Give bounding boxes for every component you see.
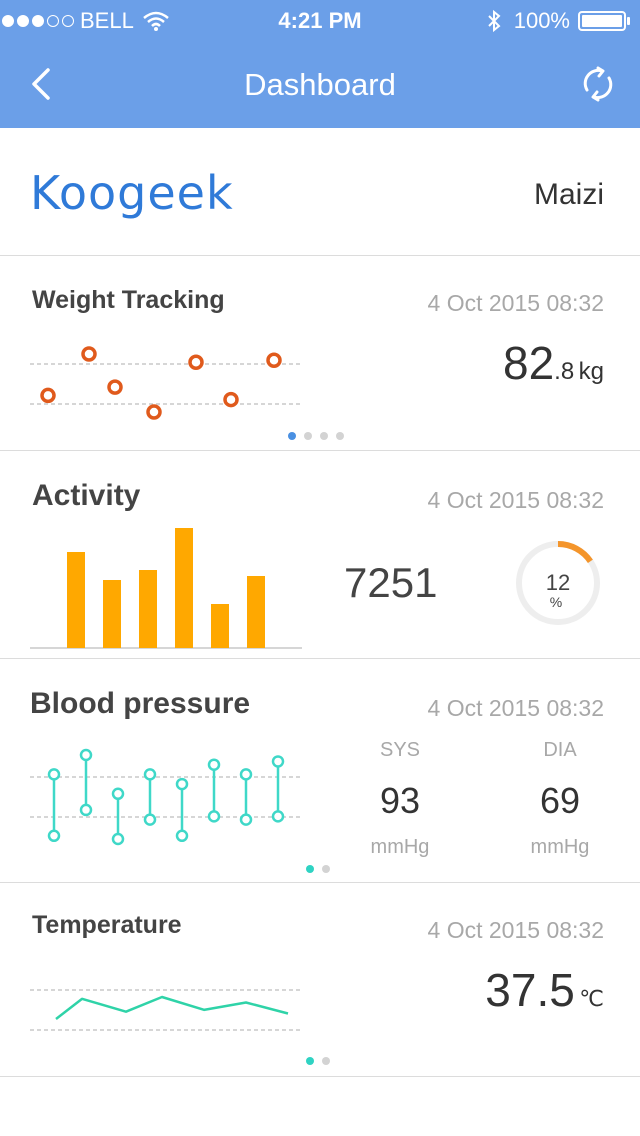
weight-value-int: 82 xyxy=(503,337,555,389)
temperature-line xyxy=(55,995,289,1020)
weight-point xyxy=(40,387,56,404)
sys-unit: mmHg xyxy=(370,836,430,858)
weight-value: 82.8 kg xyxy=(503,336,604,390)
page-dot[interactable] xyxy=(336,432,344,440)
weight-point xyxy=(146,404,162,420)
bp-sys-point xyxy=(111,787,125,801)
page-dot[interactable] xyxy=(288,432,296,440)
weight-title: Weight Tracking xyxy=(32,286,225,314)
battery-icon xyxy=(578,11,630,31)
temperature-number: 37.5 xyxy=(485,964,575,1016)
weight-value-dec: .8 xyxy=(554,358,575,385)
bp-dia-point xyxy=(111,832,125,846)
top-bar: BELL 4:21 PM 100% Dashboard xyxy=(0,0,640,128)
bp-sys-point xyxy=(175,777,189,791)
weight-point xyxy=(188,354,204,371)
bp-sys-point xyxy=(207,758,221,771)
bp-dia-point xyxy=(271,810,285,823)
bp-sys-point xyxy=(143,768,157,781)
temperature-value: 37.5 ℃ xyxy=(485,963,604,1017)
temperature-page-indicator[interactable] xyxy=(306,1057,330,1065)
page-dot[interactable] xyxy=(322,865,330,873)
weight-point xyxy=(266,352,282,368)
bp-dia-point xyxy=(175,829,189,843)
weight-point xyxy=(107,379,123,395)
page-dot[interactable] xyxy=(306,1057,314,1065)
blood-pressure-card[interactable]: Blood pressure 4 Oct 2015 08:32 SYS 93 m… xyxy=(0,659,640,883)
koogeek-logo: Koogeek xyxy=(30,166,234,220)
status-bar: BELL 4:21 PM 100% xyxy=(0,0,640,40)
activity-bar xyxy=(211,604,229,648)
temperature-title: Temperature xyxy=(32,911,182,939)
refresh-button[interactable] xyxy=(580,66,616,102)
sys-label: SYS xyxy=(379,739,421,761)
weight-page-indicator[interactable] xyxy=(288,432,344,440)
dia-label: DIA xyxy=(543,739,577,761)
temperature-date: 4 Oct 2015 08:32 xyxy=(427,917,604,943)
dia-column: DIA 69 mmHg xyxy=(510,739,610,859)
page-dot[interactable] xyxy=(320,432,328,440)
user-name[interactable]: Maizi xyxy=(534,178,604,212)
activity-chart xyxy=(30,528,302,649)
weight-tracking-card[interactable]: Weight Tracking 4 Oct 2015 08:32 82.8 kg xyxy=(0,256,640,451)
activity-percent-unit: % xyxy=(549,594,563,610)
bluetooth-icon xyxy=(488,9,501,33)
dia-value: 69 xyxy=(539,780,581,821)
bp-sys-point xyxy=(47,768,61,781)
activity-steps: 7251 xyxy=(344,559,438,606)
sys-value: 93 xyxy=(379,780,421,821)
page-dot[interactable] xyxy=(306,865,314,873)
sys-column: SYS 93 mmHg xyxy=(350,739,450,859)
activity-card[interactable]: Activity 4 Oct 2015 08:32 7251 12 % xyxy=(0,451,640,659)
bp-title: Blood pressure xyxy=(30,687,251,720)
status-right: 100% xyxy=(486,8,632,34)
dia-unit: mmHg xyxy=(530,836,590,858)
activity-bar xyxy=(103,580,121,648)
bp-dia-point xyxy=(47,829,61,843)
ring-fill xyxy=(557,541,593,564)
activity-progress-ring: 12 % xyxy=(513,538,603,628)
page-dot[interactable] xyxy=(304,432,312,440)
temperature-chart xyxy=(30,989,302,1031)
temperature-card[interactable]: Temperature 4 Oct 2015 08:32 37.5 ℃ xyxy=(0,883,640,1077)
bp-dia-point xyxy=(143,813,157,826)
weight-point xyxy=(81,346,97,362)
battery-percent: 100% xyxy=(513,8,570,33)
activity-bar xyxy=(139,570,157,648)
activity-bar xyxy=(67,552,85,648)
weight-unit: kg xyxy=(578,358,604,385)
bp-sys-point xyxy=(239,768,253,781)
activity-bar xyxy=(175,528,193,648)
bp-sys-point xyxy=(79,748,93,762)
activity-percent: 12 xyxy=(545,570,571,595)
weight-point xyxy=(223,391,239,408)
bp-chart xyxy=(30,748,302,846)
bp-date: 4 Oct 2015 08:32 xyxy=(427,695,604,721)
bp-sys-point xyxy=(271,755,285,768)
bp-dia-point xyxy=(239,813,253,826)
weight-chart xyxy=(30,346,302,420)
page-title: Dashboard xyxy=(244,67,396,102)
activity-title: Activity xyxy=(32,479,141,512)
temperature-unit: ℃ xyxy=(579,986,604,1011)
bp-dia-point xyxy=(207,810,221,823)
brand-row: Koogeek Maizi xyxy=(0,128,640,256)
nav-bar: Dashboard xyxy=(0,40,640,128)
bp-dia-point xyxy=(79,803,93,817)
activity-date: 4 Oct 2015 08:32 xyxy=(427,487,604,513)
weight-date: 4 Oct 2015 08:32 xyxy=(427,290,604,316)
bp-page-indicator[interactable] xyxy=(306,865,330,873)
page-dot[interactable] xyxy=(322,1057,330,1065)
activity-bar xyxy=(247,576,265,648)
